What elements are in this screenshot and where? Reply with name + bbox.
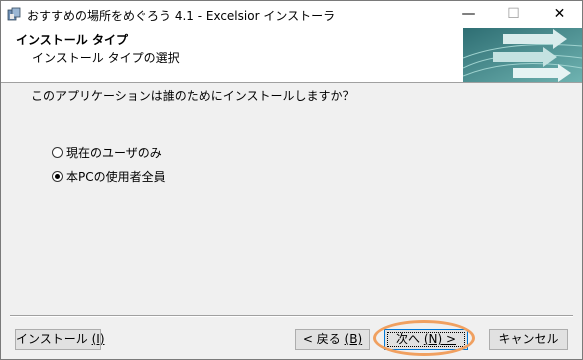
page-title: インストール タイプ [16,33,128,47]
radio-all-users[interactable] [52,170,63,182]
back-button-label: < 戻る [302,332,341,346]
cancel-button[interactable]: キャンセル [489,329,568,350]
radio-current-user[interactable] [52,146,63,158]
page-subtitle: インストール タイプの選択 [32,51,180,65]
window-title: おすすめの場所をめぐろう 4.1 - Excelsior インストーラ [27,9,336,23]
back-button-key: (B) [344,332,363,346]
maximize-icon[interactable]: ☐ [491,1,536,28]
option-all-users-label: 本PCの使用者全員 [66,169,166,184]
close-icon[interactable]: ✕ [537,1,582,28]
arrows-banner-icon [463,28,582,82]
back-button[interactable]: < 戻る (B) [295,329,370,350]
minimize-icon[interactable]: — [446,1,491,28]
install-button[interactable]: インストール (I) [15,329,105,350]
option-current-user[interactable]: 現在のユーザのみ [52,144,162,160]
footer-separator [10,315,573,317]
install-question: このアプリケーションは誰のためにインストールしますか？ [31,89,355,103]
option-all-users[interactable]: 本PCの使用者全員 [52,168,166,184]
option-current-user-label: 現在のユーザのみ [66,145,162,160]
focus-rectangle [387,332,465,347]
app-installer-icon [7,7,21,21]
title-bar: おすすめの場所をめぐろう 4.1 - Excelsior インストーラ — ☐ … [1,1,582,28]
next-button[interactable]: 次へ (N) > [384,329,468,350]
installer-window: おすすめの場所をめぐろう 4.1 - Excelsior インストーラ — ☐ … [0,0,583,360]
install-button-key: (I) [91,332,105,346]
install-button-label: インストール [16,332,88,346]
header-panel: インストール タイプ インストール タイプの選択 [1,28,582,83]
